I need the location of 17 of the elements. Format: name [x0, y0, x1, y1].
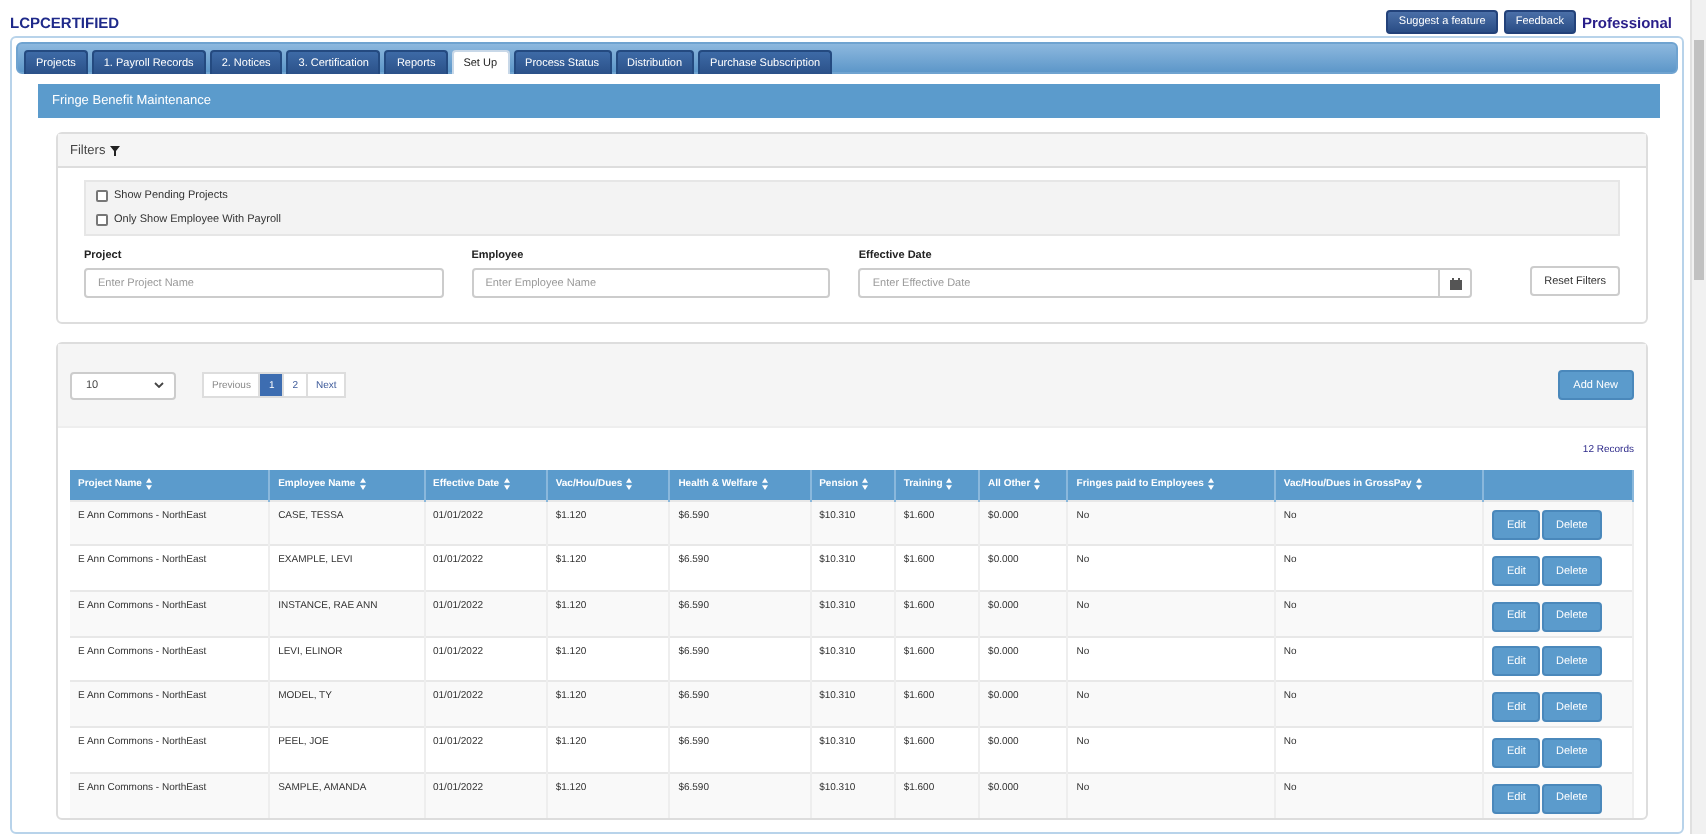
- checkbox[interactable]: [96, 214, 108, 226]
- sort-icon[interactable]: [145, 478, 152, 491]
- sort-icon[interactable]: [626, 478, 633, 491]
- calendar-button[interactable]: [1440, 268, 1473, 298]
- chevron-icon: [154, 382, 164, 388]
- filter-icon: [109, 145, 120, 155]
- calendar-icon: [1449, 277, 1462, 289]
- sort-icon[interactable]: [1034, 478, 1041, 491]
- sort-icon[interactable]: [862, 478, 869, 491]
- sort-icon[interactable]: [1415, 478, 1422, 491]
- scrollbar[interactable]: [1690, 0, 1706, 834]
- sort-icon[interactable]: [503, 478, 510, 491]
- sort-icon[interactable]: [946, 478, 953, 491]
- sort-icon[interactable]: [359, 478, 366, 491]
- sort-icon[interactable]: [1207, 478, 1214, 491]
- sort-icon[interactable]: [761, 478, 768, 491]
- checkbox[interactable]: [96, 190, 108, 202]
